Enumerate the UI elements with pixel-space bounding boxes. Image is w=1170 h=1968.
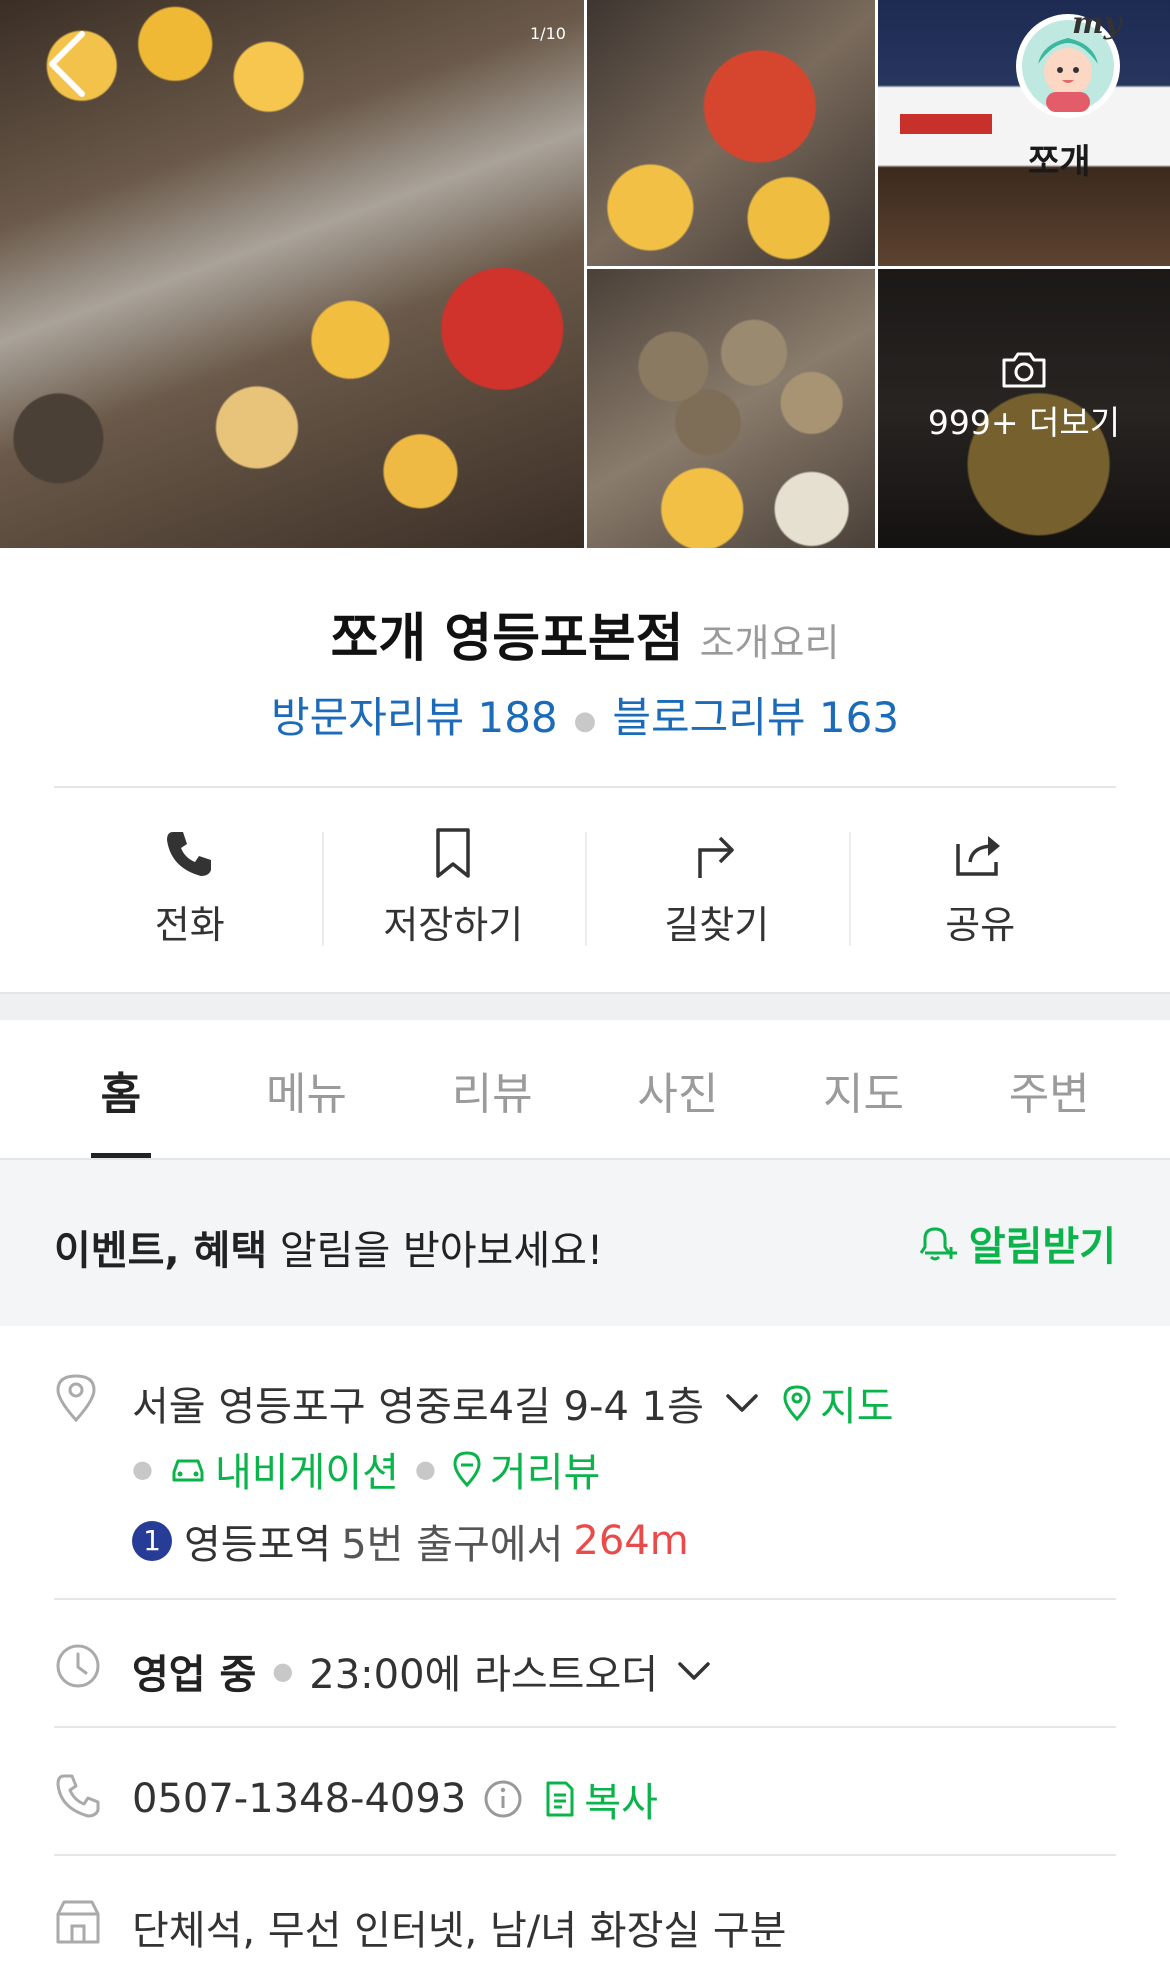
tab-photos[interactable]: 사진: [585, 1022, 771, 1158]
amenities-text: 단체석, 무선 인터넷, 남/녀 화장실 구분: [132, 1908, 787, 1954]
street-view-pin-icon: [453, 1451, 481, 1488]
share-icon: [956, 836, 1001, 876]
separator-dot: ●: [573, 705, 597, 736]
more-photos-button[interactable]: 999+ 더보기: [878, 350, 1170, 444]
phone-outline-icon: [56, 1774, 100, 1818]
subway-info: 1 영등포역 5번 출구에서 264m: [132, 1512, 689, 1570]
more-photos-label: 999+ 더보기: [927, 403, 1121, 442]
tab-menu[interactable]: 메뉴: [214, 1022, 400, 1158]
map-link[interactable]: 지도: [782, 1374, 894, 1432]
storefront-sign-banner: [900, 114, 992, 134]
tab-bar: 홈 메뉴 리뷰 사진 지도 주변: [28, 1022, 1142, 1158]
tab-nearby[interactable]: 주변: [956, 1022, 1142, 1158]
action-bar: 전화 저장하기 길찾기 공유: [58, 820, 1112, 960]
address-row: 서울 영등포구 영중로4길 9-4 1층 지도: [132, 1374, 894, 1432]
phone-row: 0507-1348-4093 복사: [132, 1770, 658, 1828]
camera-icon: [1002, 352, 1046, 388]
notification-rest: 알림을 받아보세요!: [267, 1228, 603, 1274]
copy-button[interactable]: 복사: [542, 1770, 658, 1828]
separator-dot: ●: [132, 1455, 153, 1483]
notification-bold: 이벤트, 혜택: [54, 1228, 268, 1274]
share-label: 공유: [945, 903, 1016, 947]
street-view-link[interactable]: 거리뷰: [452, 1440, 600, 1498]
section-separator: [0, 992, 1170, 1020]
divider: [54, 786, 1116, 788]
notification-banner: 이벤트, 혜택 알림을 받아보세요! 알림받기: [0, 1160, 1170, 1326]
divider: [54, 1854, 1116, 1856]
clock-icon: [56, 1644, 100, 1688]
call-button[interactable]: 전화: [58, 820, 322, 960]
place-title-row: 쪼개 영등포본점 조개요리: [0, 596, 1170, 671]
map-link-label: 지도: [819, 1384, 894, 1430]
save-label: 저장하기: [383, 903, 524, 947]
review-summary: 방문자리뷰 188 ● 블로그리뷰 163: [0, 684, 1170, 745]
share-button[interactable]: 공유: [848, 820, 1113, 960]
my-badge: my: [1072, 6, 1122, 41]
storefront-sign-text: 쪼개: [1028, 142, 1091, 182]
copy-icon: [546, 1781, 574, 1817]
address-text: 서울 영등포구 영중로4길 9-4 1층: [132, 1384, 704, 1430]
subway-exit: 5번 출구에서: [341, 1522, 564, 1568]
separator-dot: ●: [272, 1657, 294, 1685]
street-view-label: 거리뷰: [489, 1450, 601, 1496]
hours-detail: 23:00에 라스트오더: [309, 1652, 659, 1698]
info-icon[interactable]: [482, 1778, 524, 1820]
chevron-left-icon: [49, 31, 85, 97]
notification-text: 이벤트, 혜택 알림을 받아보세요!: [54, 1218, 603, 1276]
store-icon: [56, 1900, 100, 1944]
place-category: 조개요리: [699, 621, 840, 665]
location-pin-icon: [56, 1374, 96, 1423]
subway-station: 영등포역: [184, 1522, 332, 1568]
directions-label: 길찾기: [664, 903, 770, 947]
tab-map[interactable]: 지도: [771, 1022, 957, 1158]
bookmark-icon: [436, 828, 470, 878]
phone-icon: [166, 832, 211, 876]
directions-icon: [698, 836, 734, 878]
photo-counter: 1/10: [530, 24, 566, 43]
blog-reviews-link[interactable]: 블로그리뷰 163: [612, 693, 899, 742]
save-button[interactable]: 저장하기: [321, 820, 586, 960]
tab-reviews[interactable]: 리뷰: [399, 1022, 585, 1158]
open-status: 영업 중: [132, 1652, 257, 1698]
hours-row[interactable]: 영업 중 ● 23:00에 라스트오더: [132, 1642, 714, 1700]
back-button[interactable]: [42, 28, 102, 98]
divider: [54, 1598, 1116, 1600]
chevron-down-icon[interactable]: [722, 1388, 762, 1418]
chevron-down-icon[interactable]: [674, 1656, 714, 1686]
call-label: 전화: [154, 903, 225, 947]
subway-line-badge: 1: [132, 1521, 172, 1561]
car-icon: [172, 1459, 204, 1482]
address-links-row: ● 내비게이션 ● 거리뷰: [132, 1440, 600, 1498]
navigation-link[interactable]: 내비게이션: [169, 1440, 399, 1498]
subscribe-button[interactable]: 알림받기: [917, 1214, 1116, 1272]
navigation-label: 내비게이션: [214, 1450, 399, 1496]
bell-plus-icon: [919, 1227, 957, 1261]
map-pin-icon: [783, 1385, 811, 1422]
photo-thumb-3[interactable]: [587, 269, 875, 548]
phone-number[interactable]: 0507-1348-4093: [132, 1776, 466, 1822]
photo-gallery[interactable]: 쪼개 1/10 my 999+ 더보기: [0, 0, 1170, 548]
photo-thumb-1[interactable]: [587, 0, 875, 266]
subscribe-label: 알림받기: [968, 1224, 1116, 1270]
directions-button[interactable]: 길찾기: [585, 820, 849, 960]
divider: [54, 1726, 1116, 1728]
separator-dot: ●: [414, 1455, 436, 1483]
place-name: 쪼개 영등포본점: [330, 609, 684, 669]
subway-distance: 264m: [573, 1518, 689, 1564]
tab-home[interactable]: 홈: [28, 1022, 214, 1158]
visitor-reviews-link[interactable]: 방문자리뷰 188: [271, 693, 558, 742]
copy-label: 복사: [584, 1780, 658, 1826]
